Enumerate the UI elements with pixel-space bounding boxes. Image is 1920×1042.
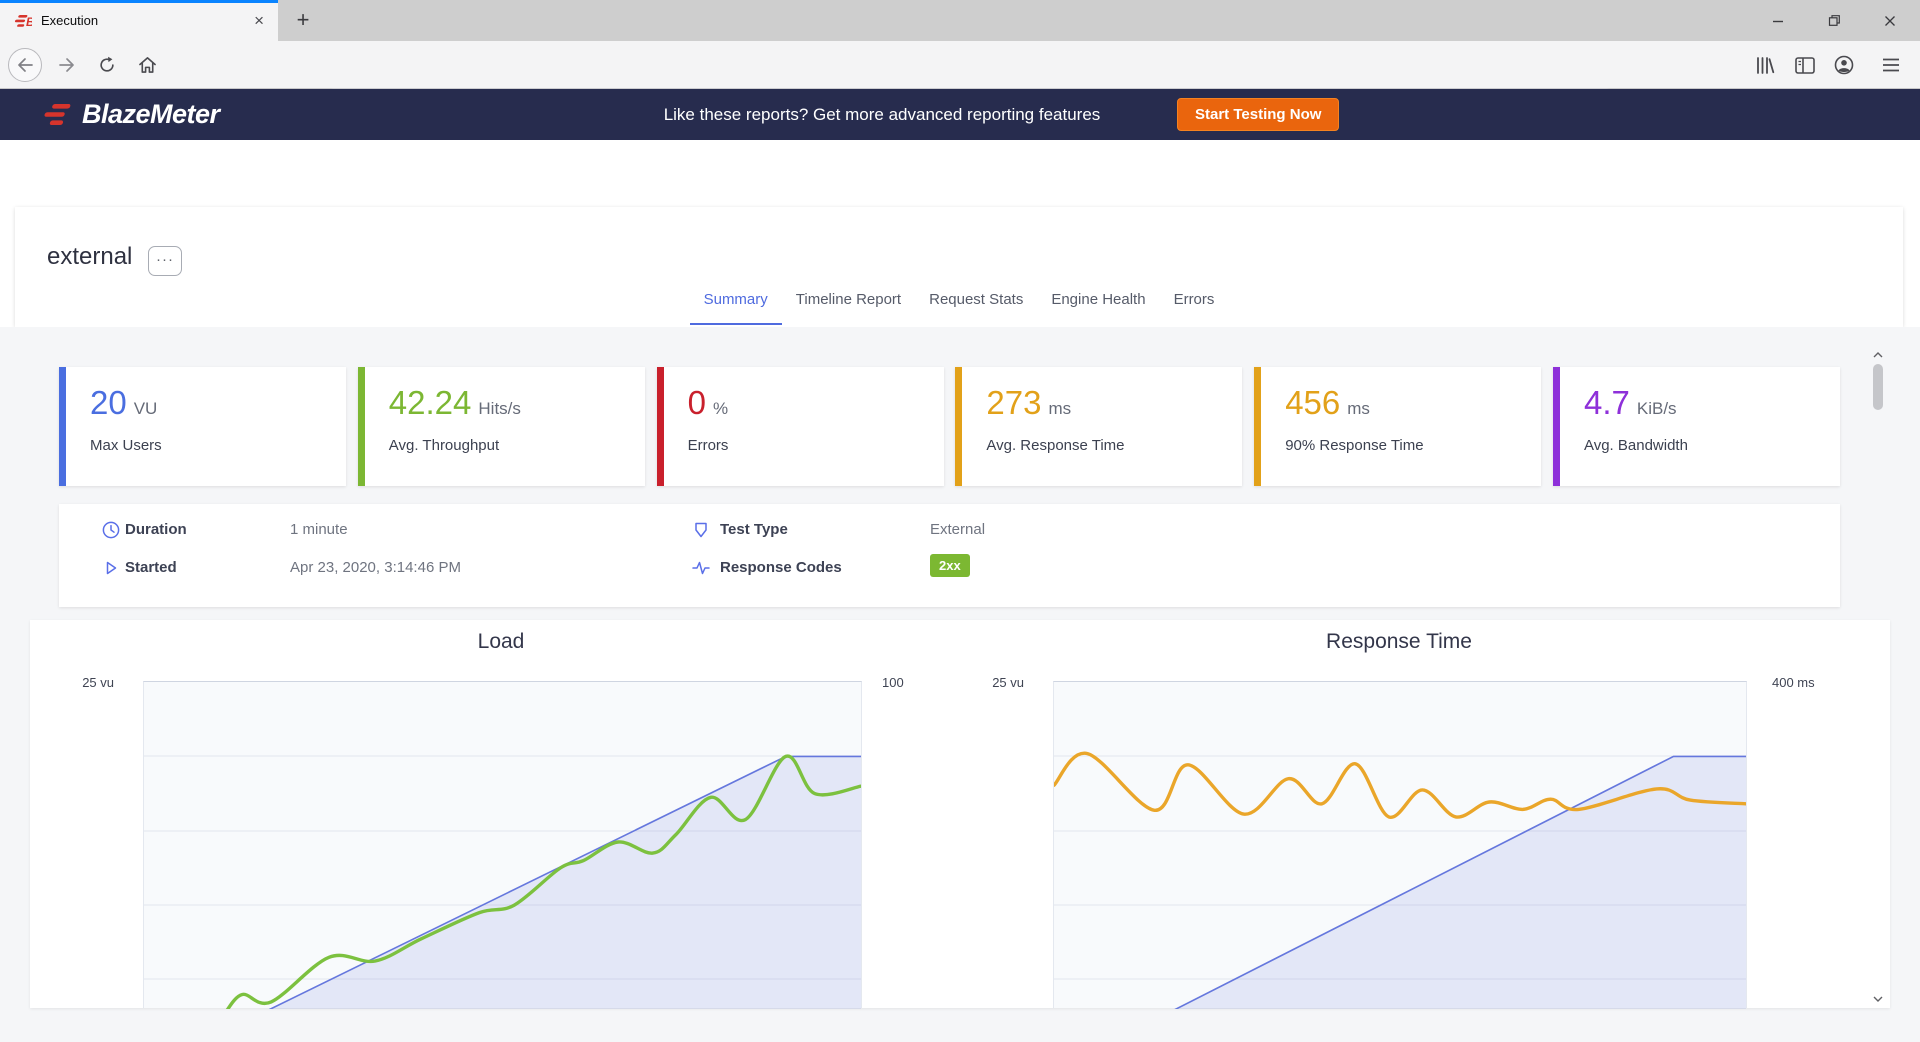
test-details-card: Duration 1 minute Started Apr 23, 2020, … — [59, 504, 1840, 607]
response-codes-badge: 2xx — [930, 554, 970, 577]
metric-label: Avg. Throughput — [388, 437, 500, 454]
window-restore-button[interactable] — [1811, 0, 1857, 41]
chevron-down-icon — [1873, 996, 1883, 1002]
library-icon — [1757, 56, 1775, 74]
report-options-button[interactable]: ··· — [148, 246, 182, 276]
metric-card-avg-throughput: 42.24 Hits/s Avg. Throughput — [357, 367, 645, 486]
metric-label: Avg. Response Time — [986, 437, 1125, 454]
duration-clock-icon — [102, 521, 120, 539]
load-chart-title: Load — [477, 630, 525, 653]
scrollbar-thumb[interactable] — [1873, 364, 1883, 410]
metric-unit: % — [712, 399, 729, 418]
metric-unit: Hits/s — [478, 399, 521, 418]
response-right-axis-label: 400 ms — [1772, 675, 1815, 690]
report-tab-summary[interactable]: Summary — [689, 281, 782, 325]
load-right-axis-label: 100 — [882, 675, 904, 690]
metric-card-avg-response-time: 273 ms Avg. Response Time — [955, 367, 1243, 486]
blazemeter-favicon: B — [14, 14, 32, 28]
window-close-button[interactable] — [1867, 0, 1913, 41]
browser-tab-execution[interactable]: B Execution × — [0, 0, 278, 41]
browser-tab-bar: B Execution × + — [0, 0, 1920, 41]
metric-unit: ms — [1048, 399, 1072, 418]
browser-toolbar: https://a.blazemeter.com/app/?public-tok… — [0, 41, 1920, 124]
metric-cards-row: 20 VU Max Users 42.24 Hits/s Avg. Throughput 0… — [59, 367, 1840, 486]
start-testing-now-button[interactable]: Start Testing Now — [1177, 98, 1340, 131]
response-codes-label: Response Codes — [720, 559, 842, 576]
account-button[interactable] — [1827, 48, 1861, 82]
report-tab-errors[interactable]: Errors — [1160, 281, 1229, 325]
scrollbar-down-button[interactable] — [1869, 992, 1887, 1006]
metric-unit: VU — [133, 399, 158, 418]
users-ramp-fill — [270, 756, 861, 1009]
new-tab-button[interactable]: + — [288, 6, 318, 36]
promo-text: Like these reports? Get more advanced re… — [663, 105, 1101, 124]
metric-unit: KiB/s — [1636, 399, 1677, 418]
metric-card-errors: 0% Errors — [656, 367, 944, 486]
started-label: Started — [125, 559, 177, 576]
back-arrow-icon — [18, 58, 33, 72]
chart-svg — [144, 754, 861, 1009]
forward-arrow-icon — [59, 58, 74, 72]
duration-value: 1 minute — [290, 521, 348, 538]
load-chart-plot[interactable] — [143, 681, 862, 1009]
home-button[interactable] — [130, 48, 164, 82]
test-type-tag-icon — [695, 522, 707, 538]
response-time-chart-title: Response Time — [1326, 630, 1472, 653]
sidebar-button[interactable] — [1788, 48, 1822, 82]
metric-card-avg-bandwidth: 4.7 KiB/s Avg. Bandwidth — [1552, 367, 1840, 486]
library-button[interactable] — [1748, 48, 1782, 82]
metric-value: 20 — [90, 384, 127, 421]
forward-button[interactable] — [50, 48, 84, 82]
metric-value: 0 — [687, 384, 706, 421]
charts-panel: Load Response Time 25 vu 100 25 vu 400 m… — [30, 620, 1890, 1009]
test-type-label: Test Type — [720, 521, 788, 538]
blazemeter-banner: BlazeMeter Like these reports? Get more … — [0, 89, 1920, 140]
report-tab-engine-health[interactable]: Engine Health — [1037, 281, 1159, 325]
scrollbar-up-button[interactable] — [1869, 348, 1887, 362]
sidebar-icon — [1795, 56, 1815, 74]
report-header-panel: external ··· Summary Timeline Report Reque… — [15, 207, 1903, 327]
window-minimize-button[interactable] — [1755, 0, 1801, 41]
minimize-icon — [1773, 20, 1783, 22]
response-time-chart-plot[interactable] — [1053, 681, 1747, 1009]
chart-svg — [1054, 751, 1746, 1009]
load-left-axis-label: 25 vu — [82, 675, 114, 690]
test-type-value: External — [930, 521, 986, 538]
metric-value: 273 — [986, 384, 1042, 421]
response-left-axis-label: 25 vu — [992, 675, 1024, 690]
tab-title: Execution — [41, 13, 99, 28]
started-value: Apr 23, 2020, 3:14:46 PM — [290, 559, 461, 576]
metric-value: 42.24 — [388, 384, 472, 421]
reload-button[interactable] — [90, 48, 124, 82]
response-codes-pulse-icon — [692, 561, 710, 575]
chevron-up-icon — [1873, 352, 1883, 358]
metric-value: 4.7 — [1583, 384, 1630, 421]
report-tabs: Summary Timeline Report Request Stats Engin… — [15, 281, 1903, 327]
reload-icon — [100, 56, 114, 72]
metric-label: 90% Response Time — [1285, 437, 1424, 454]
account-icon — [1834, 55, 1854, 75]
back-button[interactable] — [8, 48, 42, 82]
started-play-icon — [106, 561, 117, 575]
metric-card-90-response-time: 456 ms 90% Response Time — [1254, 367, 1542, 486]
duration-label: Duration — [125, 521, 187, 538]
svg-text:B: B — [26, 15, 32, 28]
metric-value: 456 — [1285, 384, 1341, 421]
report-tab-request-stats[interactable]: Request Stats — [915, 281, 1037, 325]
home-icon — [138, 57, 156, 73]
close-icon — [1885, 15, 1895, 26]
metric-card-max-users: 20 VU Max Users — [59, 367, 346, 486]
metric-unit: ms — [1347, 399, 1370, 418]
report-title: external — [47, 243, 133, 270]
menu-button[interactable] — [1874, 48, 1908, 82]
report-tab-timeline-report[interactable]: Timeline Report — [782, 281, 915, 325]
metric-label: Avg. Bandwidth — [1583, 437, 1688, 454]
browser-window: { "browser": { "tab": { "title": "Execut… — [0, 0, 1920, 1042]
tab-close-icon[interactable]: × — [250, 10, 268, 31]
metric-label: Max Users — [90, 437, 162, 454]
hamburger-menu-icon — [1883, 58, 1899, 72]
metric-label: Errors — [687, 437, 729, 454]
restore-icon — [1828, 15, 1840, 26]
